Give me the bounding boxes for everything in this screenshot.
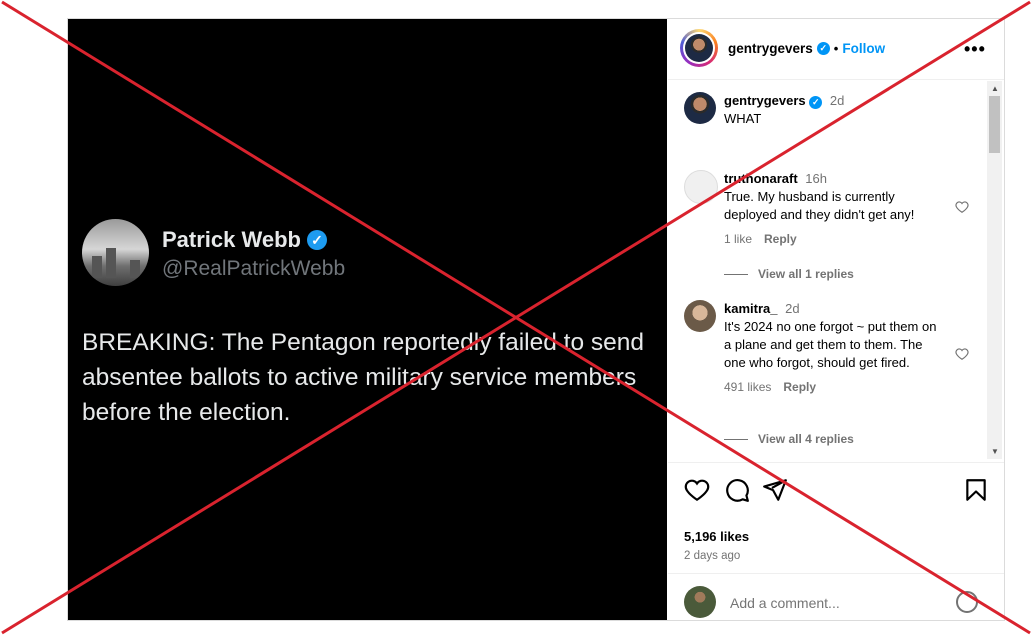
comment-time: 2d (785, 301, 800, 316)
verified-badge-icon: ✓ (816, 42, 830, 55)
follow-button[interactable]: Follow (842, 41, 885, 56)
tweet-author-avatar (82, 219, 149, 286)
reply-button[interactable]: Reply (783, 380, 816, 394)
current-user-avatar (684, 586, 716, 618)
post-sidebar: gentrygevers ✓ • Follow ••• gentrygevers… (668, 19, 1004, 620)
comments-list: gentrygevers ✓ 2d WHAT truthonaraft 16h … (668, 80, 1004, 461)
comment-text: True. My husband is currently deployed a… (724, 189, 915, 222)
add-comment-input[interactable] (728, 594, 952, 612)
post-date: 2 days ago (684, 550, 741, 562)
verified-badge-icon: ✓ (306, 230, 327, 250)
comment-text: WHAT (724, 111, 762, 126)
scroll-up-icon[interactable]: ▲ (991, 84, 999, 93)
add-comment-row (668, 573, 1004, 620)
bookmark-icon[interactable] (963, 477, 989, 503)
heart-icon[interactable] (684, 477, 710, 503)
view-replies-label: View all 4 replies (758, 432, 854, 446)
comment-time: 16h (805, 171, 827, 186)
view-replies-button[interactable]: View all 4 replies (724, 432, 854, 446)
emoji-icon[interactable] (956, 591, 978, 613)
post-header: gentrygevers ✓ • Follow ••• (668, 19, 1004, 80)
scroll-down-icon[interactable]: ▼ (991, 447, 999, 456)
heart-icon[interactable] (955, 200, 969, 214)
reply-button[interactable]: Reply (764, 232, 797, 246)
scrollbar-thumb[interactable] (989, 96, 1000, 153)
author-username[interactable]: gentrygevers (728, 41, 813, 56)
tweet-text: BREAKING: The Pentagon reportedly failed… (82, 329, 645, 426)
comment-text: It's 2024 no one forgot ~ put them on a … (724, 319, 937, 370)
comment-username[interactable]: kamitra_ (724, 301, 777, 316)
post-actions: 5,196 likes 2 days ago (668, 462, 1004, 620)
verified-badge-icon: ✓ (809, 96, 823, 109)
post-image[interactable]: Patrick Webb ✓ @RealPatrickWebb BREAKING… (68, 19, 667, 620)
commenter-avatar[interactable] (684, 92, 716, 124)
view-replies-button[interactable]: View all 1 replies (724, 267, 854, 281)
comment-likes[interactable]: 491 likes (724, 380, 771, 394)
tweet-author-name: Patrick Webb ✓ (162, 227, 327, 253)
comment-icon[interactable] (724, 477, 750, 503)
comment-time: 2d (829, 93, 845, 108)
tweet-author-handle: @RealPatrickWebb (162, 257, 346, 280)
author-avatar[interactable] (680, 29, 718, 67)
instagram-post: Patrick Webb ✓ @RealPatrickWebb BREAKING… (67, 18, 1005, 621)
view-replies-label: View all 1 replies (758, 267, 854, 281)
comments-scrollbar[interactable]: ▲ ▼ (987, 81, 1002, 459)
comment-likes[interactable]: 1 like (724, 232, 752, 246)
comment-username[interactable]: truthonaraft (724, 171, 798, 186)
heart-icon[interactable] (955, 347, 969, 361)
commenter-avatar[interactable] (684, 300, 716, 332)
separator-dot: • (833, 41, 839, 56)
share-icon[interactable] (762, 477, 788, 503)
commenter-avatar[interactable] (684, 170, 718, 204)
more-icon[interactable]: ••• (964, 39, 986, 60)
comment-username[interactable]: gentrygevers (724, 93, 806, 108)
tweet-author-name-text: Patrick Webb (162, 227, 301, 252)
likes-count[interactable]: 5,196 likes (684, 529, 749, 544)
